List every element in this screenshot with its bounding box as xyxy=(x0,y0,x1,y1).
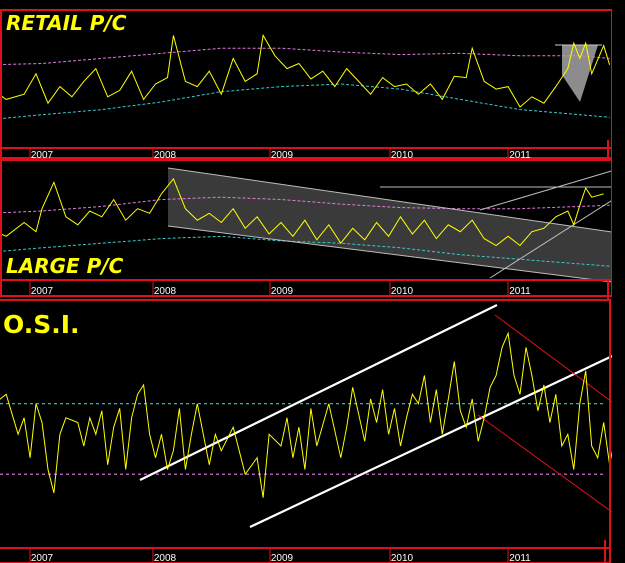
x-tick-label: 2009 xyxy=(271,553,294,563)
x-tick-label: 2009 xyxy=(271,286,294,297)
x-tick-label: 2008 xyxy=(154,553,177,563)
osi-title: O.S.I. xyxy=(3,310,80,339)
x-tick-label: 2011 xyxy=(509,553,531,563)
chart: 2007 2008 2009 2010 2011 2007 2008 2009 2010 201… xyxy=(0,0,625,563)
x-tick-label: 2007 xyxy=(31,553,54,563)
chart-background xyxy=(0,0,625,563)
x-tick-label: 2008 xyxy=(154,286,177,297)
large-pc-title: LARGE P/C xyxy=(6,254,124,278)
x-tick-label: 2010 xyxy=(391,553,414,563)
retail-pc-title: RETAIL P/C xyxy=(6,11,127,35)
x-tick-label: 2010 xyxy=(391,286,414,297)
right-margin xyxy=(612,0,625,563)
x-tick-label: 2007 xyxy=(31,286,54,297)
x-tick-label: 2011 xyxy=(509,286,531,297)
